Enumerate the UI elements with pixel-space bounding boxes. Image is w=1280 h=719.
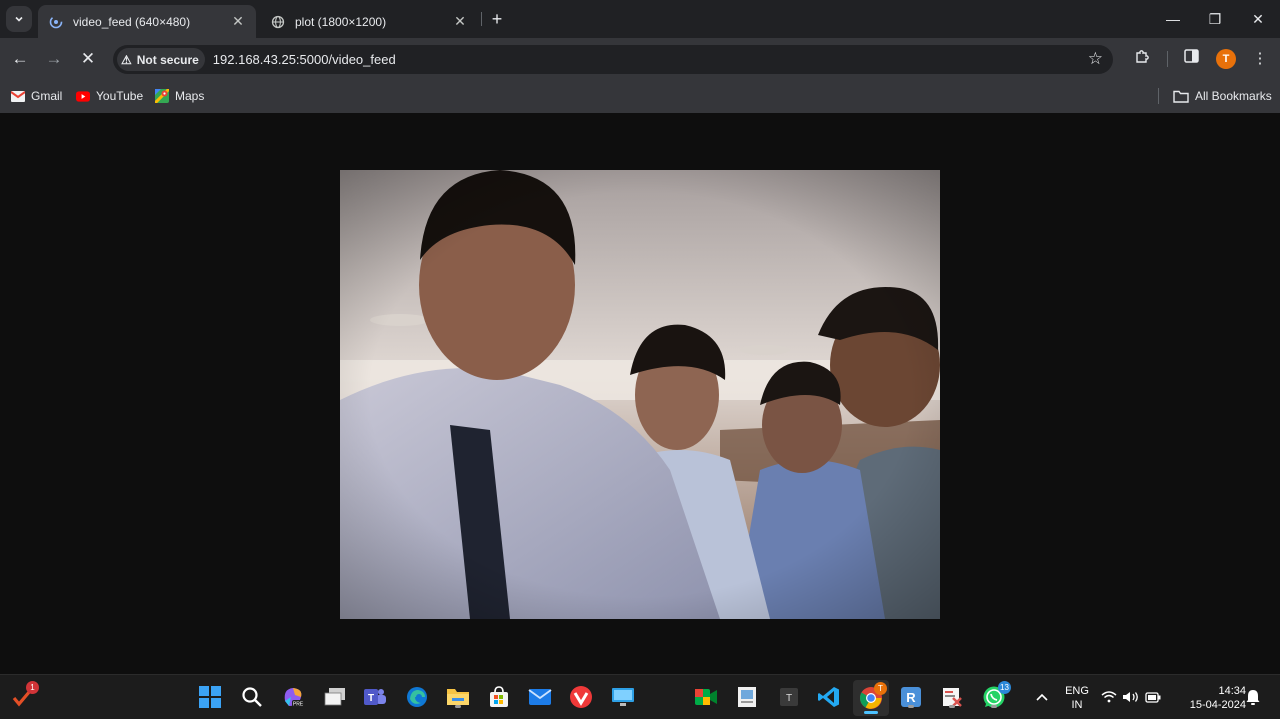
bookmark-youtube[interactable]: YouTube [76,86,143,106]
tab-strip: video_feed (640×480) ✕ plot (1800×1200) … [0,0,1280,38]
bookmarks-bar: Gmail YouTube Maps All Bookmarks [0,80,1280,113]
typora-letter: T [786,693,792,704]
tab-divider [481,12,482,26]
toolbar-divider [1167,51,1168,67]
side-panel-icon[interactable] [1180,48,1202,70]
svg-text:R: R [906,690,916,705]
task-view-icon[interactable] [322,684,348,710]
loading-spinner-icon [48,14,64,30]
vivaldi-icon[interactable] [568,684,594,710]
bookmark-label: Maps [175,89,205,103]
vscode-icon[interactable] [816,684,842,710]
edge-icon[interactable] [404,684,430,710]
bookmarks-divider [1158,88,1159,104]
mail-icon[interactable] [527,684,553,710]
close-icon[interactable]: ✕ [230,13,246,30]
tab-video-feed[interactable]: video_feed (640×480) ✕ [38,5,256,38]
all-bookmarks-label: All Bookmarks [1195,89,1272,103]
tab-search-button[interactable] [6,6,32,32]
more-menu-icon[interactable]: ⋮ [1249,48,1271,70]
maps-icon [155,89,169,103]
folder-icon [1173,89,1189,103]
window-close-button[interactable]: ✕ [1243,8,1273,30]
whatsapp-icon[interactable]: 13 [981,681,1011,710]
security-chip[interactable]: ⚠ Not secure [117,48,205,71]
bookmark-label: YouTube [96,89,144,103]
file-explorer-icon[interactable] [445,684,471,710]
running-indicator [455,705,461,708]
system-tray-status[interactable] [1101,684,1161,710]
extensions-puzzle-icon[interactable] [1131,48,1153,70]
profile-avatar[interactable]: T [1216,49,1236,69]
bookmark-label: Gmail [31,89,63,103]
remote-desktop-icon[interactable] [610,684,636,710]
all-bookmarks-button[interactable]: All Bookmarks [1173,86,1272,106]
teams-icon[interactable]: T [362,684,388,710]
language-region: IN [1071,699,1083,711]
minimize-button[interactable]: — [1158,8,1188,30]
wifi-icon [1101,691,1117,703]
chrome-profile-badge: T [874,682,887,695]
tab-title: plot (1800×1200) [295,14,387,29]
restore-button[interactable]: ❐ [1200,8,1230,30]
warning-triangle-icon: ⚠ [121,52,132,67]
snipping-tool-icon[interactable] [939,684,965,710]
google-meet-icon[interactable] [693,684,719,710]
bookmark-maps[interactable]: Maps [155,86,204,106]
chevron-down-icon [15,16,23,22]
bookmark-gmail[interactable]: Gmail [11,86,62,106]
battery-icon [1145,691,1161,703]
gmail-icon [11,89,25,103]
bookmark-star-icon[interactable]: ☆ [1088,49,1103,69]
running-indicator [908,705,914,708]
svg-text:PRE: PRE [293,702,304,708]
address-bar[interactable]: ⚠ Not secure 192.168.43.25:5000/video_fe… [113,45,1113,74]
running-indicator [949,705,955,708]
photos-icon[interactable] [734,684,760,710]
copilot-icon[interactable]: PRE [280,684,306,710]
youtube-icon [76,89,90,103]
active-indicator [864,711,878,714]
windows-taskbar: 1 PRE T T T R 13 ENG IN 14:34 15-04-2024 [0,674,1280,719]
back-arrow-icon[interactable]: ← [8,47,32,71]
widgets-icon[interactable]: 1 [9,681,39,710]
running-indicator [991,705,997,708]
start-windows-icon[interactable] [197,684,223,710]
video-feed-image [340,170,940,619]
new-tab-button[interactable]: + [486,8,508,30]
widget-badge: 1 [26,681,39,694]
whatsapp-badge: 13 [998,681,1011,694]
globe-icon [270,14,286,30]
stop-loading-icon[interactable]: ✕ [76,47,100,71]
microsoft-store-icon[interactable] [486,684,512,710]
typora-icon[interactable]: T [776,684,802,710]
language-indicator[interactable]: ENG IN [1061,684,1093,712]
clock-date: 15-04-2024 [1189,699,1246,711]
close-icon[interactable]: ✕ [452,13,468,30]
tab-plot[interactable]: plot (1800×1200) ✕ [260,5,478,38]
search-icon[interactable] [239,684,265,710]
chevron-up-icon[interactable] [1029,684,1055,710]
volume-icon [1123,692,1138,702]
clock[interactable]: 14:34 15-04-2024 [1176,684,1246,712]
forward-arrow-icon[interactable]: → [42,47,66,71]
language-code: ENG [1065,685,1089,697]
clock-time: 14:34 [1218,685,1246,697]
teams-letter: T [368,693,374,704]
url-text[interactable]: 192.168.43.25:5000/video_feed [213,52,396,67]
security-label: Not secure [136,52,199,67]
notification-bell-icon[interactable] [1243,684,1263,710]
rstudio-icon[interactable]: R [898,684,924,710]
chrome-icon[interactable]: T [853,680,889,716]
tab-title: video_feed (640×480) [73,14,191,29]
